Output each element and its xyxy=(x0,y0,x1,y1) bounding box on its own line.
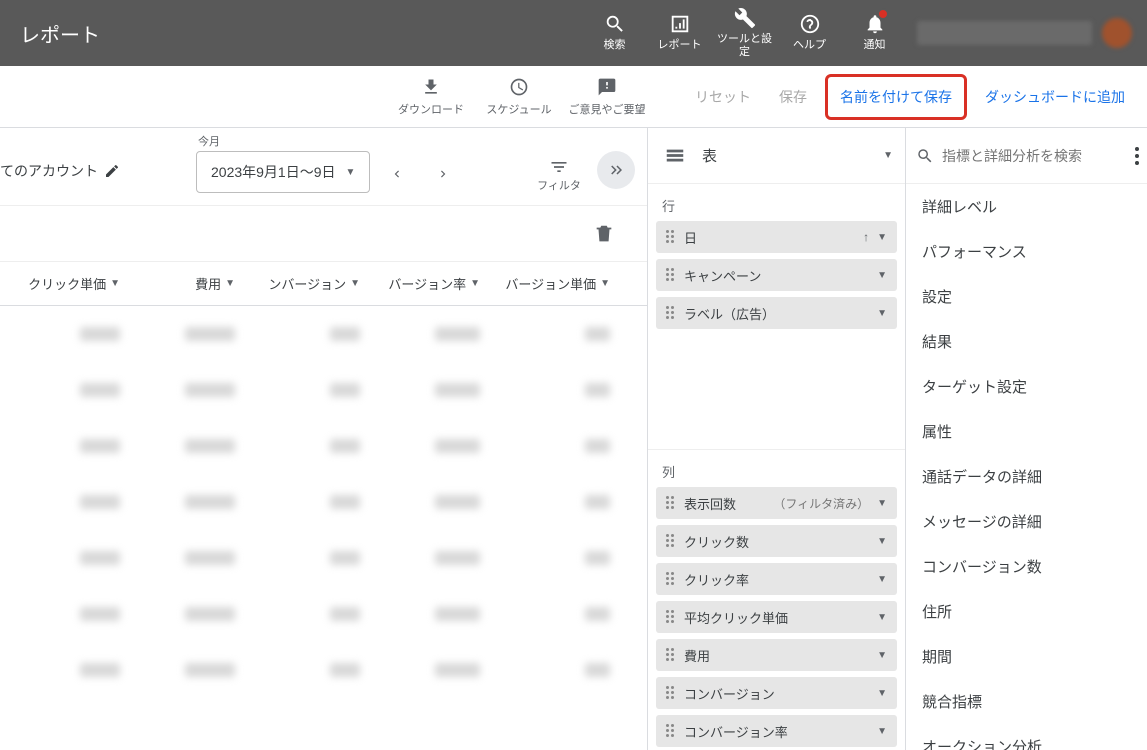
view-type-select[interactable]: 表 ▼ xyxy=(648,128,905,184)
nav-help[interactable]: ヘルプ xyxy=(777,0,842,66)
search-icon xyxy=(916,147,934,165)
more-menu[interactable] xyxy=(1131,143,1143,169)
date-next[interactable] xyxy=(424,155,462,193)
feedback-button[interactable]: ご意見やご要望 xyxy=(563,66,651,128)
nav-report[interactable]: レポート xyxy=(647,0,712,66)
action-bar: ダウンロード スケジュール ご意見やご要望 リセット 保存 名前を付けて保存 ダ… xyxy=(0,66,1147,128)
table-row xyxy=(0,586,647,642)
account-block[interactable] xyxy=(917,0,1147,66)
feedback-icon xyxy=(597,77,617,97)
table-header: クリック単価▼ 費用▼ ンバージョン▼ バージョン率▼ バージョン単価▼ xyxy=(0,262,647,306)
page-title: レポート xyxy=(0,19,100,48)
rows-section-label: 行 xyxy=(648,184,905,221)
schedule-button[interactable]: スケジュール xyxy=(475,66,563,128)
table-row xyxy=(0,418,647,474)
account-name-redacted xyxy=(917,21,1092,45)
trash-icon[interactable] xyxy=(593,223,615,245)
category-item[interactable]: パフォーマンス xyxy=(906,229,1147,274)
table-row xyxy=(0,362,647,418)
filter-button[interactable]: フィルタ xyxy=(529,157,589,193)
help-icon xyxy=(799,13,821,35)
nav-notifications[interactable]: 通知 xyxy=(842,0,907,66)
date-row: てのアカウント 今月 2023年9月1日～9日 ▼ フィルタ xyxy=(0,128,647,206)
notification-badge xyxy=(877,8,889,20)
config-column: 表 ▼ 行 日↑▼ キャンペーン▼ ラベル（広告）▼ 列 表示回数（フィルタ済み）▼… xyxy=(648,128,906,750)
category-item[interactable]: 住所 xyxy=(906,589,1147,634)
chart-icon xyxy=(669,13,691,35)
col-chip[interactable]: クリック数▼ xyxy=(656,525,897,557)
chevron-right-icon xyxy=(436,167,450,181)
save-button[interactable]: 保存 xyxy=(765,87,821,107)
top-nav: 検索 レポート ツールと設定 ヘルプ 通知 xyxy=(582,0,917,66)
col-header[interactable]: クリック単価▼ xyxy=(0,274,130,293)
date-prev[interactable] xyxy=(378,155,416,193)
category-item[interactable]: 通話データの詳細 xyxy=(906,454,1147,499)
table-row xyxy=(0,642,647,698)
filter-icon xyxy=(549,157,569,177)
clock-icon xyxy=(509,77,529,97)
table-body xyxy=(0,306,647,750)
col-chip[interactable]: コンバージョン率▼ xyxy=(656,715,897,747)
col-header[interactable]: 費用▼ xyxy=(130,274,245,293)
col-chip[interactable]: 費用▼ xyxy=(656,639,897,671)
table-row xyxy=(0,474,647,530)
col-chip[interactable]: コンバージョン▼ xyxy=(656,677,897,709)
category-item[interactable]: 属性 xyxy=(906,409,1147,454)
top-header: レポート 検索 レポート ツールと設定 ヘルプ 通知 xyxy=(0,0,1147,66)
category-item[interactable]: 期間 xyxy=(906,634,1147,679)
category-item[interactable]: メッセージの詳細 xyxy=(906,499,1147,544)
pencil-icon xyxy=(104,163,120,179)
col-header[interactable]: バージョン単価▼ xyxy=(490,274,620,293)
category-item[interactable]: ターゲット設定 xyxy=(906,364,1147,409)
wrench-icon xyxy=(734,7,756,29)
period-label: 今月 xyxy=(196,133,370,149)
category-item[interactable]: 結果 xyxy=(906,319,1147,364)
download-button[interactable]: ダウンロード xyxy=(387,66,475,128)
chevron-left-icon xyxy=(390,167,404,181)
account-selector[interactable]: てのアカウント xyxy=(0,161,120,193)
right-pane: 表 ▼ 行 日↑▼ キャンペーン▼ ラベル（広告）▼ 列 表示回数（フィルタ済み）▼… xyxy=(648,128,1147,750)
table-row xyxy=(0,306,647,362)
category-column: 詳細レベルパフォーマンス設定結果ターゲット設定属性通話データの詳細メッセージの詳… xyxy=(906,128,1147,750)
trash-row xyxy=(0,206,647,262)
category-item[interactable]: 設定 xyxy=(906,274,1147,319)
avatar xyxy=(1102,18,1132,48)
category-item[interactable]: コンバージョン数 xyxy=(906,544,1147,589)
cols-section-label: 列 xyxy=(648,450,905,487)
save-as-button[interactable]: 名前を付けて保存 xyxy=(825,74,967,120)
category-item[interactable]: 競合指標 xyxy=(906,679,1147,724)
category-list: 詳細レベルパフォーマンス設定結果ターゲット設定属性通話データの詳細メッセージの詳… xyxy=(906,184,1147,750)
row-chip[interactable]: キャンペーン▼ xyxy=(656,259,897,291)
row-chip[interactable]: ラベル（広告）▼ xyxy=(656,297,897,329)
col-chip[interactable]: クリック率▼ xyxy=(656,563,897,595)
row-chip-list: 日↑▼ キャンペーン▼ ラベル（広告）▼ xyxy=(648,221,905,329)
category-item[interactable]: オークション分析 xyxy=(906,724,1147,750)
metric-search-row xyxy=(906,128,1147,184)
nav-search[interactable]: 検索 xyxy=(582,0,647,66)
main: てのアカウント 今月 2023年9月1日～9日 ▼ フィルタ xyxy=(0,128,1147,750)
download-icon xyxy=(421,77,441,97)
left-pane: てのアカウント 今月 2023年9月1日～9日 ▼ フィルタ xyxy=(0,128,648,750)
col-chip[interactable]: 平均クリック単価▼ xyxy=(656,601,897,633)
search-icon xyxy=(604,13,626,35)
add-dashboard-button[interactable]: ダッシュボードに追加 xyxy=(971,87,1139,107)
col-header[interactable]: ンバージョン▼ xyxy=(245,274,370,293)
date-range-picker[interactable]: 2023年9月1日～9日 ▼ xyxy=(196,151,370,193)
date-range-wrap: 今月 2023年9月1日～9日 ▼ xyxy=(196,133,370,193)
nav-tools[interactable]: ツールと設定 xyxy=(712,0,777,66)
table-row xyxy=(0,530,647,586)
col-header[interactable]: バージョン率▼ xyxy=(370,274,490,293)
chevron-double-right-icon xyxy=(607,161,625,179)
col-chip-list: 表示回数（フィルタ済み）▼ クリック数▼ クリック率▼ 平均クリック単価▼ 費用▼ コンバ… xyxy=(648,487,905,750)
category-item[interactable]: 詳細レベル xyxy=(906,184,1147,229)
col-chip[interactable]: 表示回数（フィルタ済み）▼ xyxy=(656,487,897,519)
reset-button[interactable]: リセット xyxy=(681,87,765,107)
row-chip[interactable]: 日↑▼ xyxy=(656,221,897,253)
metric-search-input[interactable] xyxy=(942,148,1123,164)
expand-panel-button[interactable] xyxy=(597,151,635,189)
table-icon xyxy=(660,145,690,167)
